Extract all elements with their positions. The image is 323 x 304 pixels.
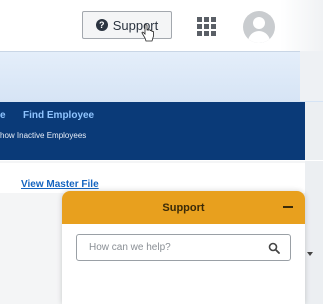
nav-panel-edge [305, 102, 323, 160]
header-edge [280, 0, 323, 51]
band-edge [300, 51, 323, 101]
view-master-file-link[interactable]: View Master File [21, 179, 99, 190]
search-icon[interactable] [268, 242, 280, 254]
avatar-shoulders [248, 31, 270, 43]
scroll-down-icon[interactable] [307, 252, 313, 256]
nav-link-partial[interactable]: e [0, 110, 6, 121]
toolbar-band [0, 51, 323, 103]
find-employee-link[interactable]: Find Employee [23, 110, 94, 121]
question-circle-icon: ? [95, 19, 108, 31]
user-avatar-icon[interactable] [243, 11, 275, 43]
support-widget: Support [62, 191, 305, 304]
support-button[interactable]: ? Support [82, 11, 172, 39]
show-inactive-employees-option[interactable]: how Inactive Employees [0, 131, 86, 140]
help-search-input[interactable] [87, 241, 261, 254]
support-widget-title: Support [162, 201, 205, 214]
avatar-head [253, 17, 265, 29]
minus-icon[interactable] [283, 206, 293, 208]
apps-grid-icon[interactable] [197, 17, 217, 37]
support-widget-header: Support [62, 191, 305, 224]
hand-cursor-icon [141, 24, 154, 42]
help-search-box [76, 234, 291, 261]
scrollbar[interactable] [305, 161, 323, 304]
